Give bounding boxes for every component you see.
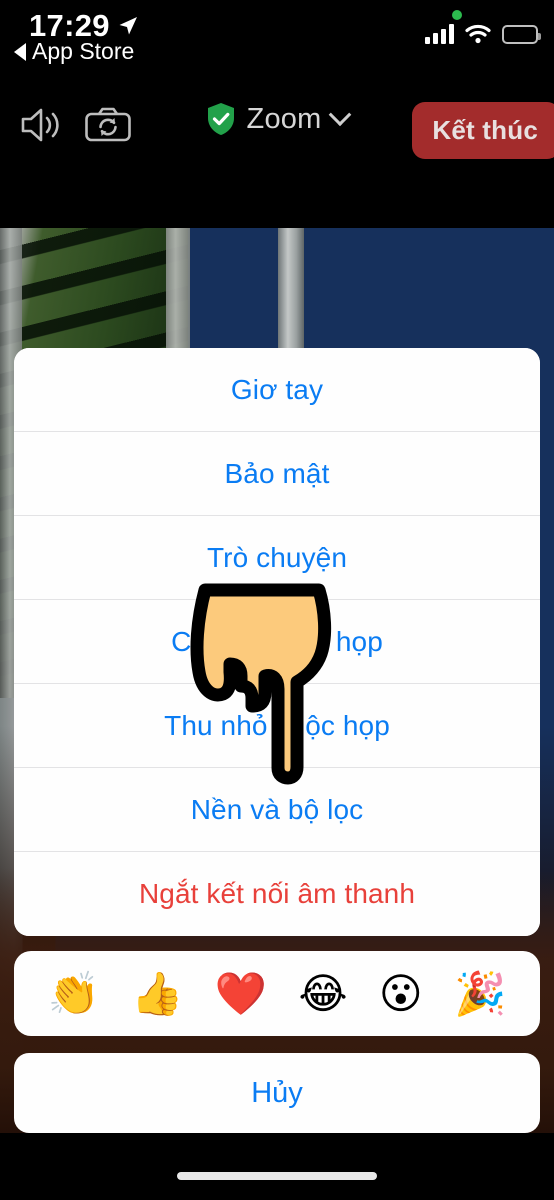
status-bar-indicators xyxy=(425,24,541,44)
green-recording-dot xyxy=(452,10,462,20)
action-background-filters[interactable]: Nền và bộ lọc xyxy=(14,768,540,852)
clapping-hands-emoji[interactable]: 👏 xyxy=(48,972,100,1015)
status-bar: 17:29 App Store xyxy=(0,0,554,84)
camera-flip-icon[interactable] xyxy=(80,102,136,148)
thumbs-up-emoji[interactable]: 👍 xyxy=(131,972,183,1015)
chevron-down-icon[interactable] xyxy=(329,103,352,127)
action-disconnect-audio[interactable]: Ngắt kết nối âm thanh xyxy=(14,852,540,936)
tears-of-joy-emoji[interactable]: 😂 xyxy=(298,972,347,1015)
back-to-app-store[interactable]: App Store xyxy=(14,38,134,65)
home-indicator[interactable] xyxy=(177,1172,377,1180)
wifi-icon xyxy=(465,24,491,44)
shield-check-icon xyxy=(206,102,236,136)
action-meeting-settings[interactable]: Cài đặt cuộc họp xyxy=(14,600,540,684)
more-options-action-sheet: Giơ tay Bảo mật Trò chuyện Cài đặt cuộc … xyxy=(14,348,540,936)
red-heart-emoji[interactable]: ❤️ xyxy=(215,972,267,1015)
cancel-button[interactable]: Hủy xyxy=(14,1053,540,1133)
party-popper-emoji[interactable]: 🎉 xyxy=(454,972,506,1015)
back-triangle-icon xyxy=(14,42,26,61)
action-raise-hand[interactable]: Giơ tay xyxy=(14,348,540,432)
battery-low-icon xyxy=(502,25,541,44)
meeting-title: Zoom xyxy=(246,102,322,135)
back-label: App Store xyxy=(32,38,135,64)
speaker-icon[interactable] xyxy=(16,102,68,148)
reaction-emoji-bar: 👏 👍 ❤️ 😂 😮 🎉 xyxy=(14,951,540,1036)
action-security[interactable]: Bảo mật xyxy=(14,432,540,516)
phone-screen: Tắt tiếng Dừng video Chia sẻ nội dung Ng… xyxy=(0,0,554,1200)
meeting-top-bar: Zoom Kết thúc xyxy=(0,84,554,166)
end-meeting-button[interactable]: Kết thúc xyxy=(412,102,554,159)
action-minimize-meeting[interactable]: Thu nhỏ cuộc họp xyxy=(14,684,540,768)
open-mouth-emoji[interactable]: 😮 xyxy=(379,972,423,1015)
location-arrow-icon xyxy=(119,17,137,35)
cellular-signal-icon xyxy=(425,24,454,44)
action-chat[interactable]: Trò chuyện xyxy=(14,516,540,600)
